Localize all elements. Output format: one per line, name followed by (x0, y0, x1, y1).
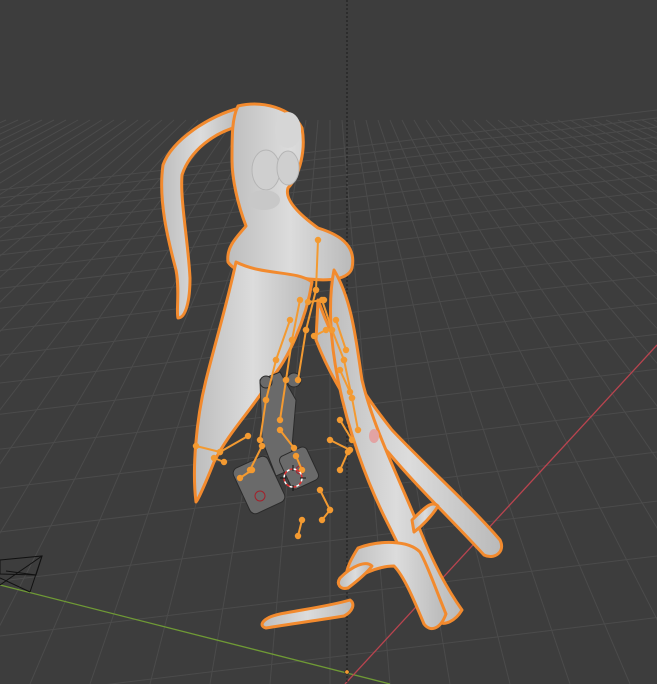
bone-joint[interactable] (346, 388, 354, 396)
bone-joint[interactable] (302, 326, 310, 334)
bone-joint[interactable] (326, 436, 334, 444)
bone-joint[interactable] (336, 416, 344, 424)
bone-joint[interactable] (332, 316, 340, 324)
bone-joint[interactable] (318, 516, 326, 524)
bone-joint[interactable] (248, 466, 256, 474)
bone-joint[interactable] (258, 442, 266, 450)
bone-joint[interactable] (328, 326, 336, 334)
bone-joint[interactable] (344, 448, 352, 456)
bone-joint[interactable] (342, 346, 350, 354)
bone-joint[interactable] (216, 448, 224, 456)
bone-joint[interactable] (298, 466, 306, 474)
bone-joint[interactable] (304, 298, 312, 306)
bone-joint[interactable] (294, 376, 302, 384)
bone-joint[interactable] (348, 394, 356, 402)
bone-joint[interactable] (290, 444, 298, 452)
bone-joint[interactable] (320, 296, 328, 304)
bone-joint[interactable] (244, 432, 252, 440)
bone-joint[interactable] (220, 458, 228, 466)
bone-joint[interactable] (326, 506, 334, 514)
bone-joint[interactable] (286, 316, 294, 324)
bone-joint[interactable] (312, 286, 320, 294)
bone-joint[interactable] (340, 356, 348, 364)
bone-joint[interactable] (262, 396, 270, 404)
world-origin (344, 669, 350, 675)
bone-joint[interactable] (236, 474, 244, 482)
bone-joint[interactable] (322, 326, 330, 334)
pink-detail (369, 429, 379, 443)
bone-joint[interactable] (282, 376, 290, 384)
viewport-canvas[interactable] (0, 0, 657, 684)
bone-joint[interactable] (276, 426, 284, 434)
bone-joint[interactable] (314, 236, 322, 244)
bone-joint[interactable] (276, 416, 284, 424)
bone-joint[interactable] (272, 356, 280, 364)
bone-joint[interactable] (298, 516, 306, 524)
bone-joint[interactable] (296, 296, 304, 304)
bone-joint[interactable] (292, 452, 300, 460)
bone-joint[interactable] (354, 426, 362, 434)
bone-joint[interactable] (256, 436, 264, 444)
3d-viewport[interactable] (0, 0, 657, 684)
bone-joint[interactable] (316, 486, 324, 494)
bone-joint[interactable] (348, 436, 356, 444)
bone-joint[interactable] (288, 336, 296, 344)
bone-joint[interactable] (192, 442, 200, 450)
bone-joint[interactable] (210, 454, 218, 462)
bone-joint[interactable] (310, 332, 318, 340)
bone-joint[interactable] (294, 532, 302, 540)
bone-joint[interactable] (336, 366, 344, 374)
bone-joint[interactable] (336, 466, 344, 474)
